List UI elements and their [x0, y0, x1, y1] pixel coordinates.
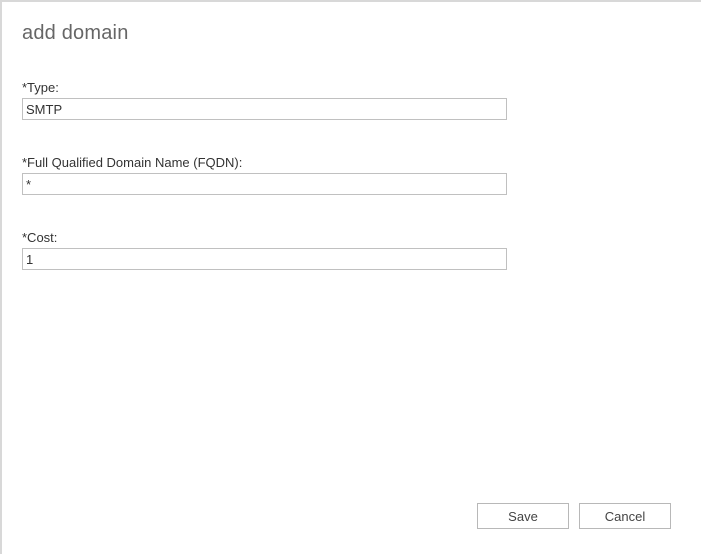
add-domain-panel: add domain *Type: *Full Qualified Domain…: [0, 0, 701, 554]
fqdn-field-group: *Full Qualified Domain Name (FQDN):: [22, 155, 681, 195]
fqdn-input[interactable]: [22, 173, 507, 195]
button-row: Save Cancel: [477, 503, 671, 529]
type-input[interactable]: [22, 98, 507, 120]
cost-field-group: *Cost:: [22, 230, 681, 270]
form-content: add domain *Type: *Full Qualified Domain…: [2, 2, 701, 270]
save-button[interactable]: Save: [477, 503, 569, 529]
cost-label: *Cost:: [22, 230, 681, 245]
type-field-group: *Type:: [22, 80, 681, 120]
cancel-button[interactable]: Cancel: [579, 503, 671, 529]
page-title: add domain: [22, 22, 681, 45]
type-label: *Type:: [22, 80, 681, 95]
cost-input[interactable]: [22, 248, 507, 270]
fqdn-label: *Full Qualified Domain Name (FQDN):: [22, 155, 681, 170]
